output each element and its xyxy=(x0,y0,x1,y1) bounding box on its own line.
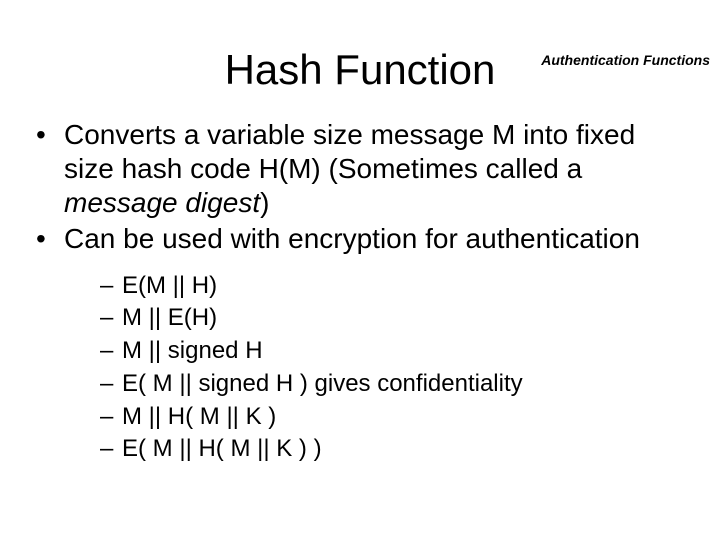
bullet-text-post: ) xyxy=(260,187,269,218)
sub-bullet-item: M || H( M || K ) xyxy=(100,402,692,433)
bullet-list: Converts a variable size message M into … xyxy=(28,118,692,465)
sub-bullet-item: E(M || H) xyxy=(100,271,692,302)
sub-bullet-item: E( M || signed H ) gives confidentiality xyxy=(100,369,692,400)
slide-body: Converts a variable size message M into … xyxy=(0,118,720,465)
sub-bullet-item: M || E(H) xyxy=(100,303,692,334)
header-label: Authentication Functions xyxy=(541,52,710,68)
bullet-text-em: message digest xyxy=(64,187,260,218)
sub-bullet-item: E( M || H( M || K ) ) xyxy=(100,434,692,465)
sub-bullet-list: E(M || H) M || E(H) M || signed H E( M |… xyxy=(100,271,692,465)
bullet-item: Can be used with encryption for authenti… xyxy=(28,222,692,464)
bullet-text-pre: Converts a variable size message M into … xyxy=(64,119,635,184)
sub-bullet-item: M || signed H xyxy=(100,336,692,367)
bullet-text-pre: Can be used with encryption for authenti… xyxy=(64,223,640,254)
bullet-item: Converts a variable size message M into … xyxy=(28,118,692,220)
slide: Authentication Functions Hash Function C… xyxy=(0,46,720,540)
